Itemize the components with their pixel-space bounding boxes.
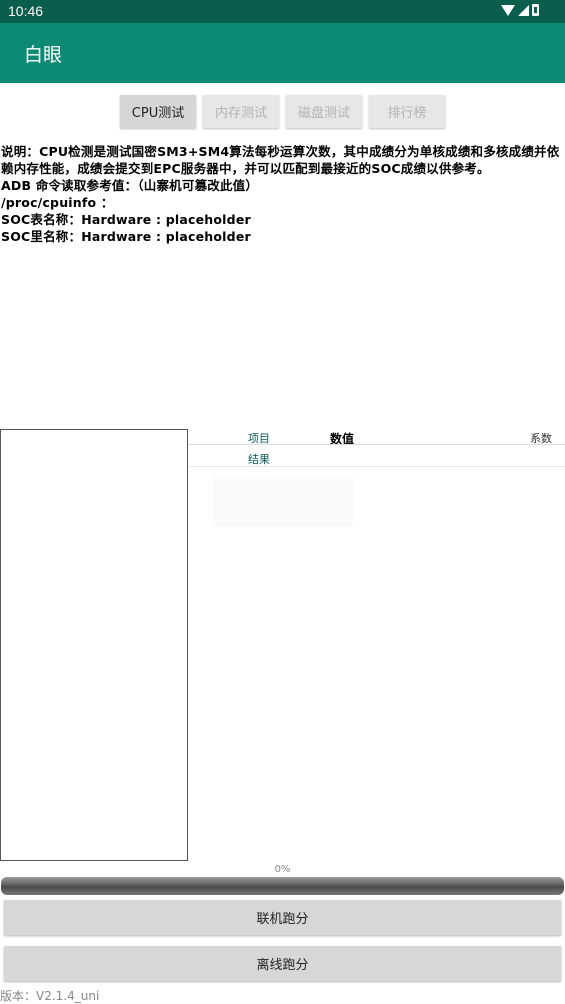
offline-benchmark-button[interactable]: 离线跑分 xyxy=(4,946,561,981)
result-placeholder xyxy=(213,477,353,527)
app-bar: 白眼 xyxy=(0,23,565,83)
tab-disk-test[interactable]: 磁盘测试 xyxy=(286,95,362,128)
table-divider xyxy=(189,444,565,445)
description-block: 说明：CPU检测是测试国密SM3+SM4算法每秒运算次数，其中成绩分为单核成绩和… xyxy=(1,143,563,245)
log-panel[interactable] xyxy=(0,429,188,861)
status-time: 10:46 xyxy=(8,3,44,19)
result-table: 项目 数值 系数 结果 xyxy=(189,429,565,859)
wifi-icon xyxy=(501,4,515,16)
progress-bar xyxy=(1,877,564,895)
adb-reference-label: ADB 命令读取参考值：（山寨机可篡改此值） xyxy=(1,178,259,193)
cpuinfo-path: /proc/cpuinfo ： xyxy=(1,195,114,210)
signal-icon xyxy=(518,4,529,16)
online-benchmark-button[interactable]: 联机跑分 xyxy=(4,900,561,935)
progress-label: 0% xyxy=(274,864,291,875)
description-intro: 说明：CPU检测是测试国密SM3+SM4算法每秒运算次数，其中成绩分为单核成绩和… xyxy=(1,144,560,176)
tab-memory-test[interactable]: 内存测试 xyxy=(203,95,279,128)
soc-inner-name: SOC里名称：Hardware : placeholder xyxy=(1,229,251,244)
status-icons xyxy=(501,4,539,16)
tab-cpu-test[interactable]: CPU测试 xyxy=(120,95,196,128)
table-divider xyxy=(189,466,565,467)
soc-table-name: SOC表名称：Hardware : placeholder xyxy=(1,212,251,227)
battery-icon xyxy=(532,4,539,16)
status-bar: 10:46 xyxy=(0,0,565,23)
row-result-label: 结果 xyxy=(248,453,270,466)
version-label: 版本：V2.1.4_uni xyxy=(0,989,100,1003)
app-title: 白眼 xyxy=(24,44,63,66)
tab-leaderboard[interactable]: 排行榜 xyxy=(369,95,445,128)
